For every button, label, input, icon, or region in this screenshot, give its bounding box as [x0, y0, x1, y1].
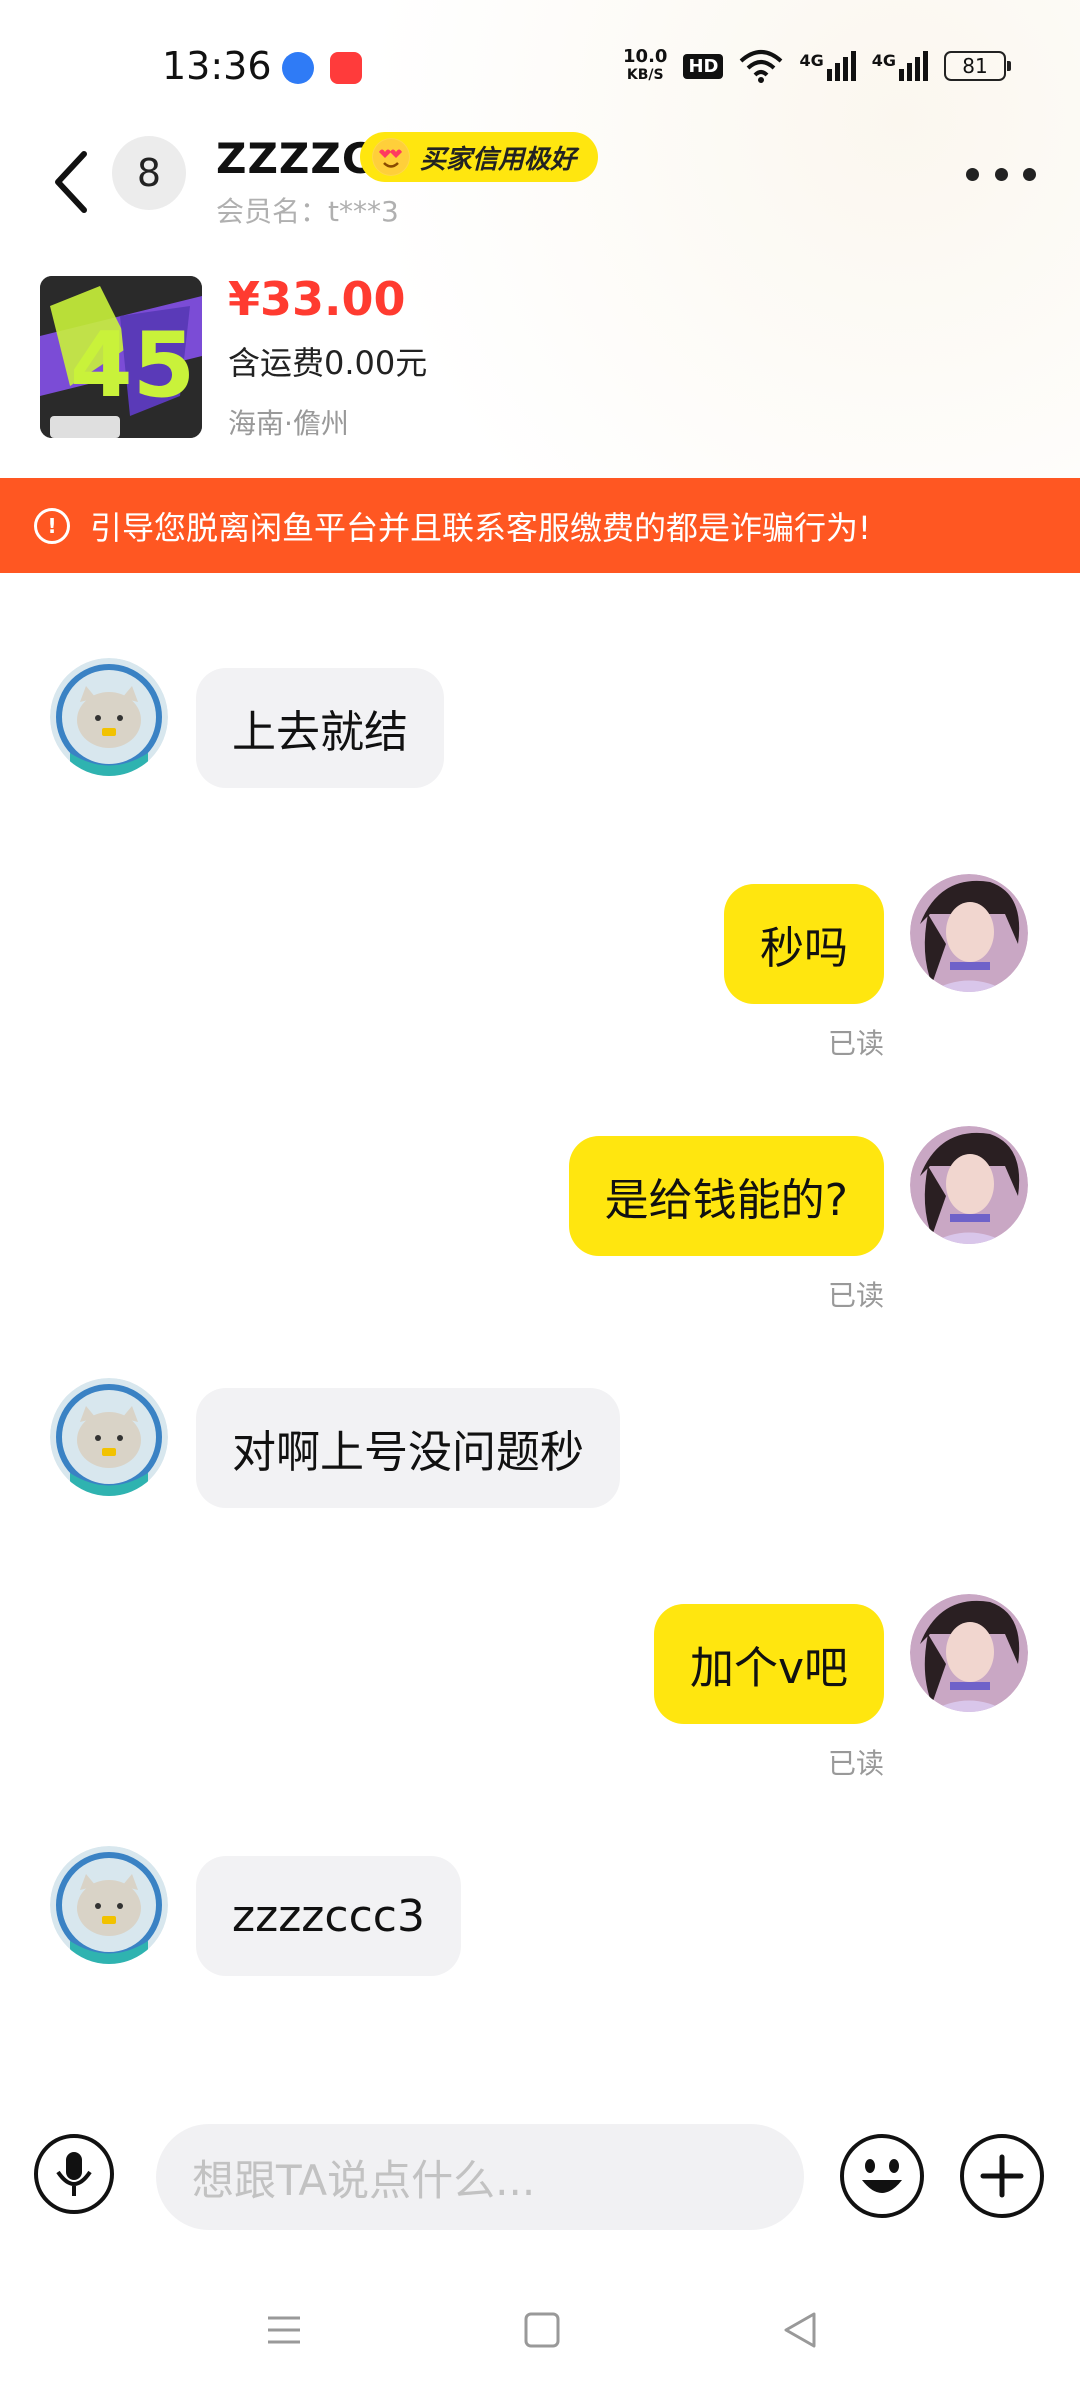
member-name: 会员名：t***3	[216, 195, 399, 228]
signal-4g-icon-2: 4G	[872, 51, 928, 81]
plus-icon[interactable]	[960, 2134, 1044, 2218]
signal-4g-icon-1: 4G	[799, 51, 856, 81]
product-price: ¥33.00	[228, 272, 406, 326]
menu-icon[interactable]	[264, 2310, 304, 2350]
self-avatar[interactable]	[910, 874, 1028, 992]
signal-label-2: 4G	[871, 51, 896, 70]
network-speed-value: 10.0	[623, 46, 668, 67]
browser-app-icon	[282, 52, 314, 84]
read-status: 已读	[827, 1747, 884, 1780]
emoji-icon[interactable]	[840, 2134, 924, 2218]
network-speed: 10.0 KB/S	[623, 48, 667, 84]
warning-text: 引导您脱离闲鱼平台并且联系客服缴费的都是诈骗行为!	[90, 508, 871, 547]
message-bubble[interactable]: zzzzccc3	[196, 1856, 461, 1976]
system-nav-bar	[0, 2290, 1080, 2380]
product-thumb-text: 45	[70, 313, 195, 418]
network-speed-unit: KB/S	[626, 67, 664, 83]
chat-header: 8 ZZZZC 买家信用极好 会员名：t***3	[0, 130, 1080, 250]
self-avatar[interactable]	[910, 1594, 1028, 1712]
status-indicators: 10.0 KB/S HD 4G 4G 81	[623, 44, 1011, 88]
message-bubble[interactable]: 对啊上号没问题秒	[196, 1388, 620, 1508]
message-bubble[interactable]: 秒吗	[724, 884, 884, 1004]
warning-icon: !	[34, 507, 70, 544]
product-location: 海南·儋州	[228, 407, 349, 440]
status-bar: 13:36 10.0 KB/S HD 4G 4G 81	[0, 0, 1080, 130]
signal-label-1: 4G	[799, 51, 824, 70]
fraud-warning-banner: ! 引导您脱离闲鱼平台并且联系客服缴费的都是诈骗行为!	[0, 478, 1080, 573]
back-triangle-icon[interactable]	[780, 2310, 820, 2350]
home-icon[interactable]	[522, 2310, 562, 2350]
wifi-icon	[740, 50, 783, 83]
hd-badge: HD	[683, 53, 724, 79]
credit-text: 买家信用极好	[420, 144, 577, 175]
unread-count-badge[interactable]: 8	[112, 136, 186, 210]
contact-name[interactable]: ZZZZC	[216, 134, 374, 183]
read-status: 已读	[827, 1027, 884, 1060]
message-bubble[interactable]: 上去就结	[196, 668, 444, 788]
credit-badge[interactable]: 买家信用极好	[360, 132, 599, 182]
battery-level: 81	[962, 54, 988, 78]
read-status: 已读	[827, 1279, 884, 1312]
self-avatar[interactable]	[910, 1126, 1028, 1244]
battery-icon: 81	[944, 51, 1011, 81]
status-time: 13:36	[162, 44, 272, 88]
product-shipping: 含运费0.00元	[228, 344, 428, 382]
message-input[interactable]: 想跟TA说点什么...	[156, 2124, 804, 2230]
other-avatar[interactable]	[50, 658, 168, 776]
input-bar: 想跟TA说点什么...	[0, 2110, 1080, 2240]
message-bubble[interactable]: 加个v吧	[653, 1604, 884, 1724]
back-icon[interactable]	[44, 144, 104, 220]
shopping-app-icon	[330, 52, 362, 84]
more-icon[interactable]	[966, 154, 1036, 194]
microphone-icon[interactable]	[34, 2134, 114, 2214]
product-card[interactable]: 45 ¥33.00 含运费0.00元 海南·儋州	[0, 272, 1080, 442]
product-thumbnail[interactable]: 45	[40, 276, 202, 438]
other-avatar[interactable]	[50, 1378, 168, 1496]
heart-eyes-emoji-icon	[372, 138, 410, 176]
message-bubble[interactable]: 是给钱能的?	[568, 1136, 884, 1256]
other-avatar[interactable]	[50, 1846, 168, 1964]
